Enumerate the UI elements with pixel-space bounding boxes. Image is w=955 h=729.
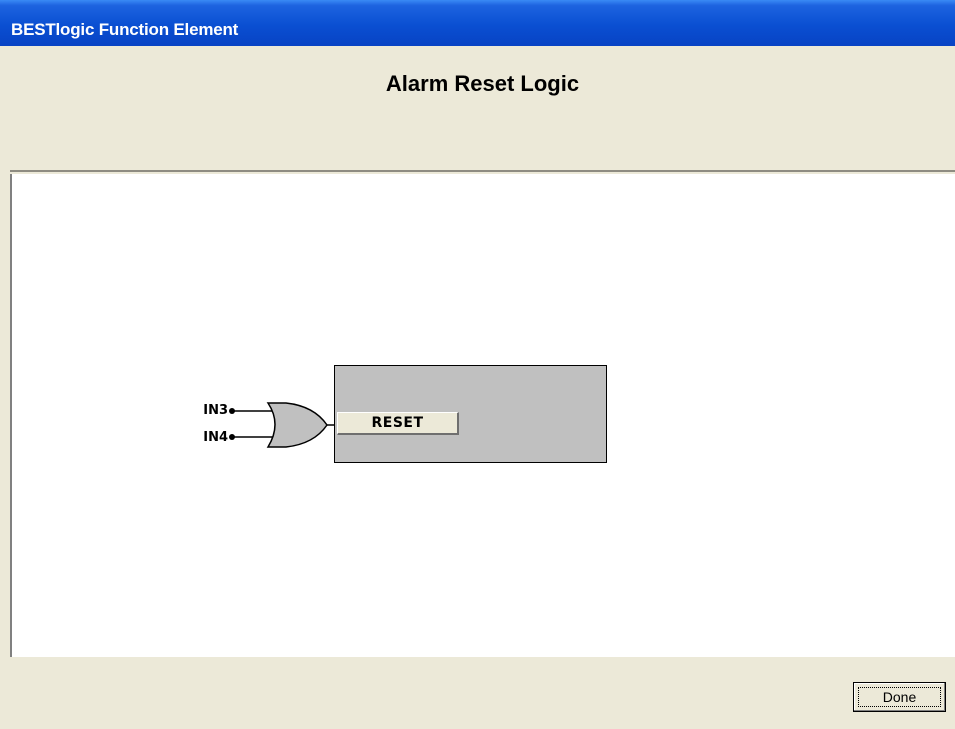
footer-panel: Done bbox=[10, 657, 955, 729]
header-panel: Alarm Reset Logic bbox=[10, 46, 955, 172]
done-button-label: Done bbox=[858, 687, 941, 707]
or-gate-icon bbox=[229, 402, 336, 448]
title-bar: BESTlogic Function Element bbox=[0, 0, 955, 46]
window-title: BESTlogic Function Element bbox=[11, 20, 239, 39]
page-title: Alarm Reset Logic bbox=[385, 71, 580, 96]
done-button[interactable]: Done bbox=[853, 682, 946, 712]
reset-function-block: RESET bbox=[334, 365, 607, 463]
reset-input-button[interactable]: RESET bbox=[337, 412, 459, 435]
window-left-edge bbox=[0, 46, 10, 729]
logic-diagram-canvas: IN3 IN4 RESET bbox=[10, 174, 955, 657]
or-gate-body bbox=[266, 402, 328, 448]
